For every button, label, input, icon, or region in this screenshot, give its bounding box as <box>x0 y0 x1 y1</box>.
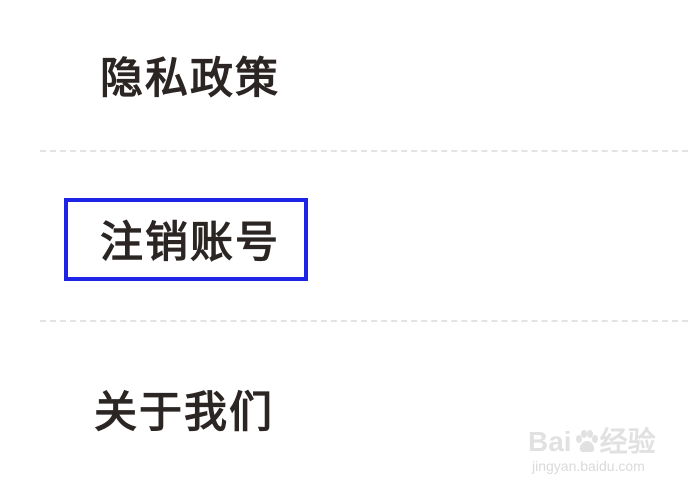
baidu-jingyan-watermark: Bai 经验 jingyan.baidu.com <box>528 420 678 480</box>
highlight-box <box>64 198 308 281</box>
menu-item-label: 隐私政策 <box>100 54 280 104</box>
watermark-brand-left: Bai <box>528 426 572 457</box>
divider <box>40 320 688 322</box>
watermark-brand: Bai 经验 <box>528 420 656 460</box>
settings-menu: 隐私政策 注销账号 关于我们 <box>0 0 692 492</box>
menu-item-label: 关于我们 <box>94 388 274 438</box>
divider <box>40 150 688 152</box>
menu-item-privacy-policy[interactable]: 隐私政策 <box>0 20 692 140</box>
watermark-brand-right: 经验 <box>599 426 656 457</box>
watermark-url: jingyan.baidu.com <box>532 458 645 474</box>
baidu-paw-icon <box>575 430 598 453</box>
